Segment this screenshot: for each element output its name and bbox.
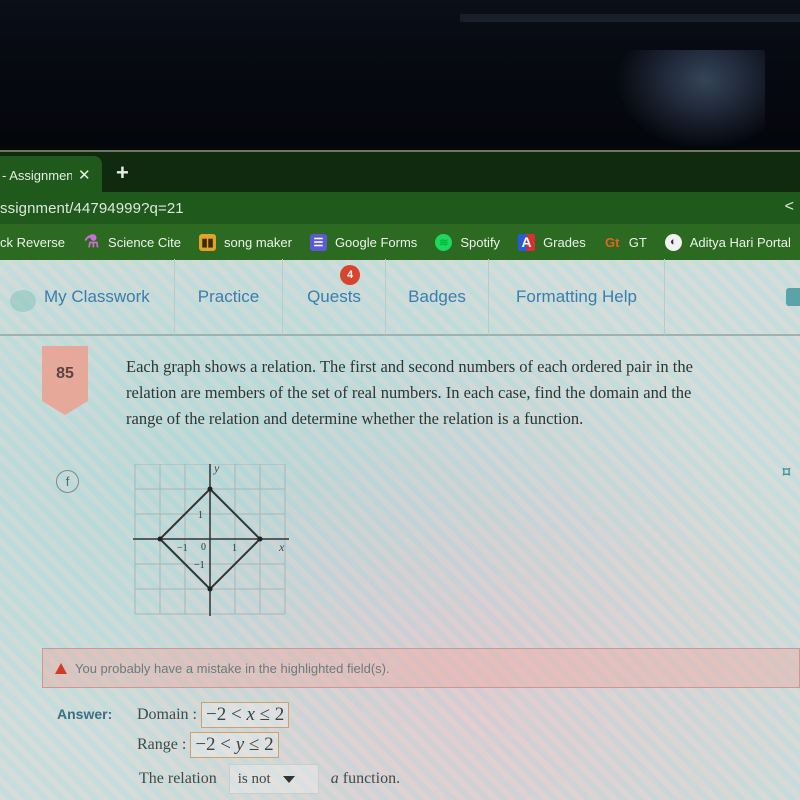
part-label: f [56,470,79,493]
relation-prefix: The relation [139,770,217,787]
range-var: y [235,734,245,755]
tab-strip: - Assignmen ✕ + [0,150,800,194]
bookmark-label: Google Forms [334,234,418,250]
light-reflection [615,50,765,150]
nav-label: My Classwork [44,287,150,306]
vertex-point [207,586,213,592]
domain-var: x [246,704,255,725]
vertex-point [157,536,163,542]
bookmarks-bar: ck Reverse ⚗ Science Cite ▮▮ song maker … [0,224,800,260]
bookmark-label: Spotify [460,234,501,250]
url-text[interactable]: ssignment/44794999?q=21 [0,200,184,217]
tab-title: - Assignmen [2,167,72,183]
domain-label: Domain : [137,706,197,723]
relation-suffix: function. [342,770,401,787]
domain-value-pre: −2 < [206,704,247,725]
bookmark-reverse[interactable]: ck Reverse [0,235,65,250]
bookmark-label: Grades [543,234,586,250]
relation-graph: x y −1 0 1 1 −1 [133,464,289,616]
flask-icon: ⚗ [83,232,100,251]
bookmark-grades[interactable]: A Grades [518,233,586,251]
nav-label: Practice [197,287,260,306]
nav-label: Formatting Help [516,287,637,306]
y-tick-label: −1 [194,560,205,571]
function-select[interactable]: is not [228,764,319,794]
nav-quests[interactable]: 4 Quests [283,259,386,335]
answer-label: Answer: [57,706,113,722]
close-icon[interactable]: ✕ [78,166,91,184]
range-row: Range : −2 < y ≤ 2 [137,732,279,758]
problem-number: 85 [56,364,74,382]
domain-input[interactable]: −2 < x ≤ 2 [201,702,290,728]
range-value-pre: −2 < [195,734,236,755]
bookmark-icon[interactable]: ⌑ [783,464,790,481]
main-nav: My Classwork Practice 4 Quests Badges Fo… [0,259,800,336]
new-tab-button[interactable]: + [116,160,129,186]
nav-badges[interactable]: Badges [386,259,489,335]
bookmark-label: song maker [224,234,292,250]
bezel-strip [460,14,800,22]
nav-label: Quests [307,287,361,306]
nav-formatting-help[interactable]: Formatting Help [489,259,665,335]
grades-icon: A [518,233,536,251]
browser-tab[interactable]: - Assignmen ✕ [0,156,102,194]
piano-icon: ▮▮ [199,233,217,251]
select-value: is not [237,770,271,787]
page-content: My Classwork Practice 4 Quests Badges Fo… [0,259,800,800]
bookmark-label: Aditya Hari Portal [689,234,791,250]
relation-suffix-a: a [330,770,339,787]
spotify-icon: ≋ [435,233,453,251]
globe-icon: ◐ [664,233,682,251]
address-bar[interactable]: ssignment/44794999?q=21 < [0,192,800,224]
warning-icon [55,662,67,674]
range-input[interactable]: −2 < y ≤ 2 [190,732,279,758]
bookmark-label: ck Reverse [0,234,66,250]
nav-label: Badges [408,287,466,306]
bookmark-aditya-hari-portal[interactable]: ◐ Aditya Hari Portal [664,233,791,251]
gt-icon: Gt [604,234,620,250]
bookmark-label: GT [628,234,647,250]
domain-row: Domain : −2 < x ≤ 2 [137,702,290,728]
monitor-bezel [0,0,800,150]
x-tick-label: −1 [177,543,188,554]
nav-my-classwork[interactable]: My Classwork [0,259,175,335]
bookmark-spotify[interactable]: ≋ Spotify [435,233,501,251]
x-tick-label: 1 [232,543,237,554]
mistake-alert: You probably have a mistake in the highl… [42,648,800,688]
origin-label: 0 [201,542,206,553]
vertex-point [207,486,213,492]
range-value-post: ≤ 2 [244,734,274,755]
range-label: Range : [137,736,187,753]
print-icon[interactable] [786,288,800,306]
y-axis-label: y [213,464,220,475]
forms-icon: ☰ [309,233,327,251]
caret-down-icon [282,775,295,783]
bookmark-label: Science Cite [108,234,182,250]
bookmark-song-maker[interactable]: ▮▮ song maker [199,233,292,251]
x-axis-label: x [278,540,285,554]
domain-value-post: ≤ 2 [254,704,285,725]
alert-text: You probably have a mistake in the highl… [75,660,390,676]
share-icon[interactable]: < [785,198,794,216]
problem-prompt: Each graph shows a relation. The first a… [126,357,693,428]
relation-row: The relation is not a function. [139,764,400,794]
nav-practice[interactable]: Practice [175,259,283,335]
y-tick-label: 1 [198,510,203,521]
vertex-point [257,536,263,542]
bookmark-science-cite[interactable]: ⚗ Science Cite [83,232,182,251]
bookmark-google-forms[interactable]: ☰ Google Forms [309,233,418,251]
bookmark-gt[interactable]: Gt GT [604,234,647,251]
quests-count-badge: 4 [340,265,360,285]
problem-number-badge: 85 [42,346,88,415]
